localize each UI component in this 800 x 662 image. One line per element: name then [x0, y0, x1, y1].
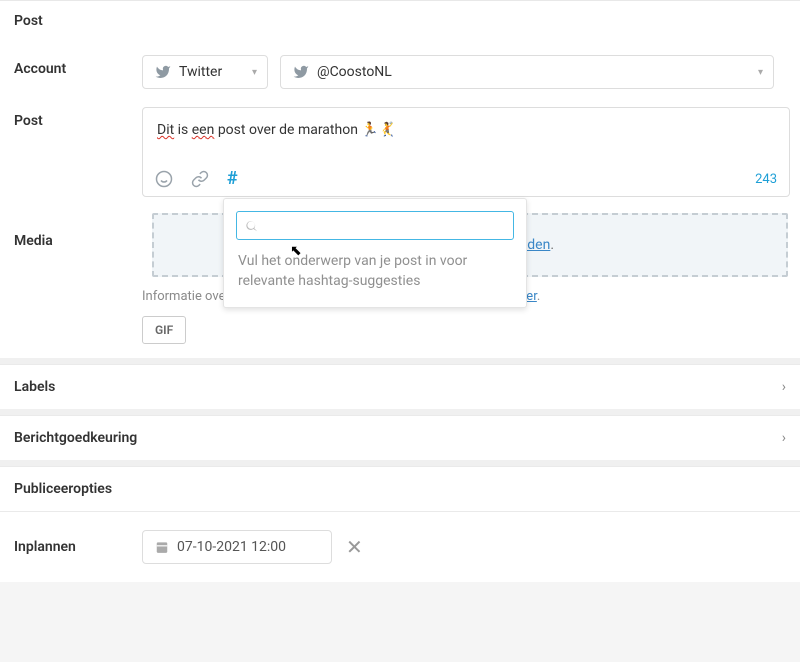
platform-name: Twitter [179, 64, 222, 80]
hashtag-icon[interactable]: # [227, 170, 238, 188]
twitter-icon [155, 64, 171, 80]
chevron-right-icon: › [782, 430, 786, 446]
media-label: Media [14, 211, 142, 249]
post-toolbar: # 243 ⬉ Vul het onderwerp van je post in… [143, 164, 789, 196]
page-title: Post [14, 13, 786, 29]
schedule-label: Inplannen [14, 539, 142, 555]
link-icon[interactable] [191, 170, 209, 188]
page-header: Post [0, 0, 800, 41]
labels-accordion[interactable]: Labels › [0, 364, 800, 409]
post-text-word: is [174, 122, 192, 138]
account-row: Account Twitter ▾ @CoostoNL ▾ [0, 41, 800, 103]
char-count: 243 [755, 172, 777, 187]
schedule-row: Inplannen 07-10-2021 12:00 ✕ [0, 511, 800, 582]
post-text-word: Dit [157, 122, 174, 138]
hashtag-search-input[interactable] [265, 218, 505, 233]
post-composer: Dit is een post over de marathon 🏃🤾 # 24… [142, 107, 790, 197]
post-row: Post Dit is een post over de marathon 🏃🤾… [0, 103, 800, 211]
chevron-right-icon: › [782, 379, 786, 395]
post-textarea[interactable]: Dit is een post over de marathon 🏃🤾 [143, 108, 789, 164]
account-handle: @CoostoNL [317, 64, 392, 80]
post-text-word: een [192, 122, 215, 138]
account-label: Account [14, 55, 142, 77]
labels-title: Labels [14, 379, 55, 395]
post-label: Post [14, 107, 142, 129]
account-dropdown[interactable]: @CoostoNL ▾ [280, 55, 774, 89]
post-text-rest: post over de marathon 🏃🤾 [214, 122, 396, 138]
hashtag-popup: ⬉ Vul het onderwerp van je post in voor … [223, 198, 527, 308]
clear-date-icon[interactable]: ✕ [346, 535, 363, 559]
chevron-down-icon: ▾ [758, 67, 763, 78]
calendar-icon [155, 540, 169, 554]
hashtag-search-wrap [236, 211, 514, 240]
gif-button[interactable]: GIF [142, 316, 186, 344]
platform-dropdown[interactable]: Twitter ▾ [142, 55, 268, 89]
hashtag-hint: Vul het onderwerp van je post in voor re… [224, 252, 526, 307]
schedule-datetime-input[interactable]: 07-10-2021 12:00 [142, 530, 332, 564]
search-icon [245, 219, 259, 233]
publish-accordion[interactable]: Publiceeropties [0, 466, 800, 511]
publish-title: Publiceeropties [14, 481, 112, 497]
approval-accordion[interactable]: Berichtgoedkeuring › [0, 415, 800, 460]
twitter-icon [293, 64, 309, 80]
chevron-down-icon: ▾ [252, 67, 257, 78]
approval-title: Berichtgoedkeuring [14, 430, 137, 446]
emoji-icon[interactable] [155, 170, 173, 188]
schedule-datetime-value: 07-10-2021 12:00 [177, 539, 286, 555]
